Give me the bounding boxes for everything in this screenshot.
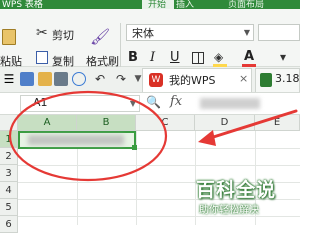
underline-button[interactable]: U <box>170 50 180 65</box>
tab-my-wps-label: 我的WPS <box>169 74 216 87</box>
ribbon: 粘贴 ✂ 剪切 复制 🖌 格式刷 宋体 ▼ B I U ◈ A ▾ <box>0 9 300 73</box>
close-icon[interactable]: × <box>239 72 248 85</box>
name-box-value: A1 <box>33 96 48 109</box>
font-name-select[interactable]: 宋体 ▼ <box>126 24 254 41</box>
fill-bucket-icon[interactable]: ◈ <box>214 50 223 64</box>
fill-handle[interactable] <box>132 145 137 150</box>
copy-icon[interactable] <box>36 51 48 64</box>
paintbrush-icon[interactable]: 🖌 <box>90 27 110 46</box>
row-header-3[interactable]: 3 <box>0 165 18 182</box>
grid-line <box>18 216 300 217</box>
paste-icon[interactable] <box>2 29 16 45</box>
italic-button[interactable]: I <box>150 50 155 65</box>
print-icon[interactable] <box>54 72 68 86</box>
select-all-corner[interactable] <box>0 115 18 131</box>
column-header-e[interactable]: E <box>255 115 300 131</box>
open-icon[interactable] <box>38 72 52 86</box>
formula-content[interactable] <box>200 98 260 109</box>
cut-button[interactable]: 剪切 <box>52 27 74 43</box>
undo-icon[interactable]: ↶ <box>93 72 107 86</box>
chevron-down-icon: ▼ <box>243 28 250 37</box>
title-bar: WPS 表格 开始 插入 页面布局 <box>0 0 300 10</box>
row-header-1[interactable]: 1 <box>0 131 18 148</box>
watermark-subtitle: 助你轻松解决 <box>199 205 259 216</box>
chevron-down-icon: ▼ <box>129 99 136 108</box>
bold-button[interactable]: B <box>128 50 138 65</box>
save-icon[interactable] <box>20 72 34 86</box>
insert-function-button[interactable]: fx <box>170 94 182 109</box>
row-header-4[interactable]: 4 <box>0 182 18 199</box>
border-icon[interactable] <box>192 52 204 64</box>
tab-workbook-label: 3.18 <box>275 72 300 85</box>
tab-workbook[interactable]: 3.18 <box>255 68 300 92</box>
font-color-button[interactable]: A <box>244 49 254 64</box>
tab-home[interactable]: 开始 <box>142 0 174 10</box>
column-header-d[interactable]: D <box>195 115 255 131</box>
tab-my-wps[interactable]: W 我的WPS × <box>142 68 252 92</box>
font-size-select[interactable] <box>258 24 300 41</box>
quick-access-bar: ☰ ↶ ↷ ▼ W 我的WPS × 3.18 <box>0 67 300 93</box>
formula-bar: A1 ▼ 🔍 fx <box>0 93 300 115</box>
grid-line <box>18 165 300 166</box>
more-options-icon[interactable]: ▾ <box>280 50 286 64</box>
preview-icon[interactable] <box>72 72 86 86</box>
row-header-6[interactable]: 6 <box>0 216 18 233</box>
watermark-title: 百科全说 <box>196 179 277 201</box>
menu-icon[interactable]: ☰ <box>2 72 16 86</box>
row-header-2[interactable]: 2 <box>0 148 18 165</box>
zoom-icon[interactable]: 🔍 <box>146 95 161 109</box>
spreadsheet-icon <box>260 73 272 87</box>
column-header-a[interactable]: A <box>18 115 77 131</box>
name-box[interactable]: A1 ▼ <box>20 95 140 112</box>
font-name-value: 宋体 <box>132 27 154 40</box>
column-header-b[interactable]: B <box>77 115 136 131</box>
ribbon-divider <box>120 23 121 73</box>
selected-cell-content <box>28 135 124 145</box>
redo-icon[interactable]: ↷ <box>114 72 128 86</box>
row-header-5[interactable]: 5 <box>0 199 18 216</box>
wps-logo-icon: W <box>149 73 163 87</box>
scissors-icon[interactable]: ✂ <box>36 25 48 41</box>
column-header-c[interactable]: C <box>136 115 195 131</box>
